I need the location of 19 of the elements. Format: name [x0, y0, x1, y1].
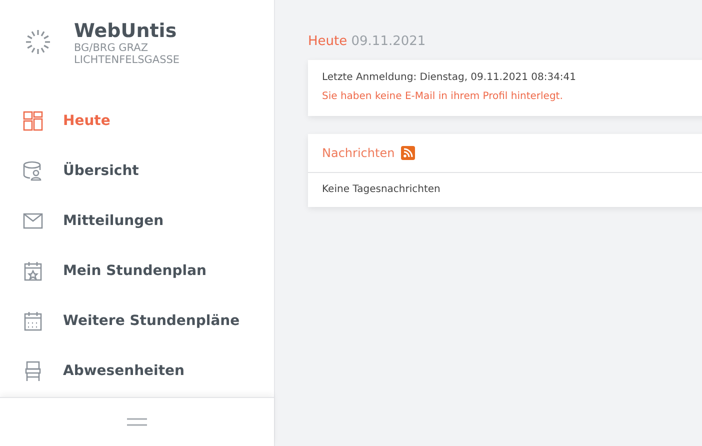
- email-warning: Sie haben keine E-Mail in ihrem Profil hinterlegt.: [321, 90, 564, 104]
- rss-icon[interactable]: [400, 146, 415, 160]
- sidebar-item[interactable]: Abwesenheiten: [0, 346, 274, 396]
- calendar-star-icon: [22, 260, 44, 282]
- page-title: Heute 09.11.2021: [308, 34, 427, 49]
- calendar-grid-icon: [22, 310, 44, 332]
- school-name: LICHTENFELSGASSE: [74, 54, 180, 66]
- news-title: Nachrichten: [322, 146, 395, 160]
- dashboard-icon: [22, 110, 44, 132]
- sidebar-item[interactable]: Übersicht: [0, 146, 274, 196]
- database-user-icon: [22, 160, 44, 182]
- sidebar-item[interactable]: Weitere Stundenpläne: [0, 296, 274, 346]
- app-title: WebUntis: [74, 20, 178, 42]
- last-login-text: Letzte Anmeldung: Dienstag, 09.11.2021 08:34:41: [321, 71, 578, 85]
- sidebar-item[interactable]: Mein Stundenplan: [0, 246, 274, 296]
- news-body: Keine Tagesnachrichten: [321, 183, 442, 197]
- school-name: BG/BRG GRAZ: [74, 42, 150, 54]
- sidebar-item[interactable]: Mitteilungen: [0, 196, 274, 246]
- menu-icon[interactable]: [126, 418, 148, 426]
